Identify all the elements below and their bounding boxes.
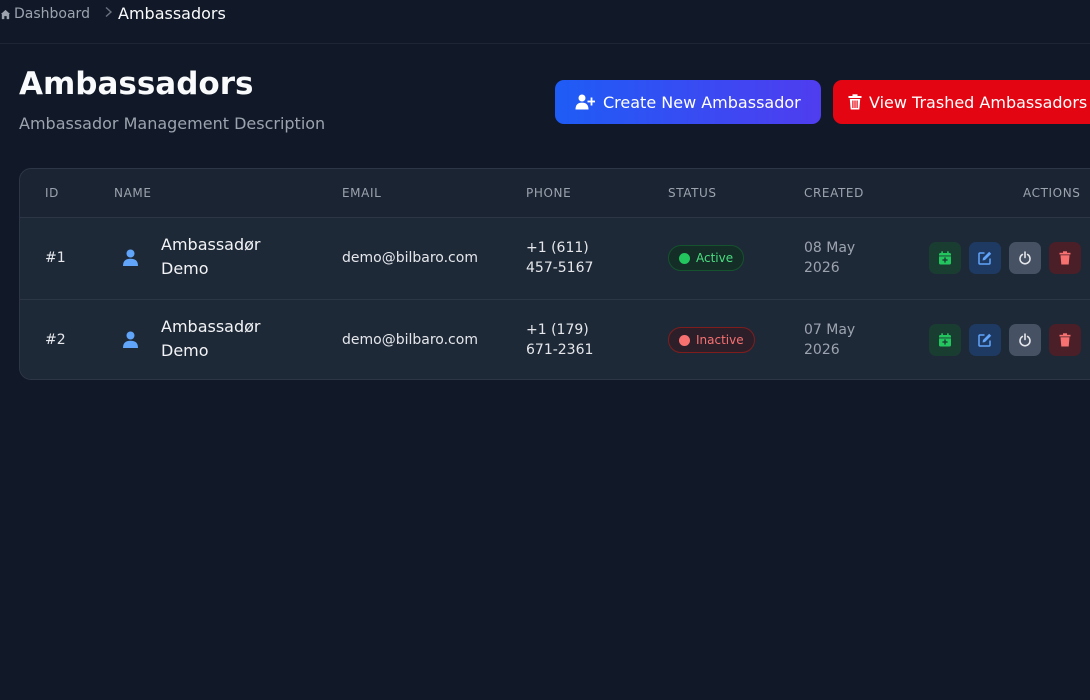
view-trashed-button[interactable]: View Trashed Ambassadors bbox=[833, 80, 1090, 124]
table-row: #1 Ambassadør Demo demo@bilbaro.com +1 (… bbox=[20, 218, 1090, 299]
create-ambassador-button[interactable]: Create New Ambassador bbox=[555, 80, 821, 124]
breadcrumb-dashboard-label: Dashboard bbox=[14, 6, 90, 22]
row-phone: +1 (611) 457-5167 bbox=[526, 240, 594, 276]
ambassadors-table: ID NAME EMAIL PHONE STATUS CREATED ACTIO… bbox=[19, 168, 1090, 380]
status-badge: Inactive bbox=[668, 327, 755, 353]
user-icon bbox=[123, 249, 138, 266]
calendar-plus-icon bbox=[939, 333, 951, 347]
calendar-plus-icon bbox=[939, 251, 951, 265]
create-ambassador-label: Create New Ambassador bbox=[603, 92, 801, 112]
view-trashed-label: View Trashed Ambassadors bbox=[869, 92, 1088, 112]
toggle-status-button[interactable] bbox=[1009, 324, 1041, 356]
trash-icon bbox=[1059, 333, 1071, 347]
column-header-actions: ACTIONS bbox=[1023, 186, 1081, 200]
row-email: demo@bilbaro.com bbox=[342, 250, 478, 266]
row-name: Ambassadør Demo bbox=[161, 317, 261, 360]
row-id: #1 bbox=[45, 250, 66, 266]
column-header-email: EMAIL bbox=[342, 186, 382, 200]
row-name: Ambassadør Demo bbox=[161, 235, 261, 278]
page-description: Ambassador Management Description bbox=[19, 114, 326, 133]
edit-icon bbox=[978, 333, 992, 347]
chevron-right-icon bbox=[104, 6, 113, 22]
edit-button[interactable] bbox=[969, 324, 1001, 356]
power-icon bbox=[1019, 251, 1031, 265]
page-title: Ambassadors bbox=[19, 66, 254, 102]
row-created: 07 May 2026 bbox=[804, 322, 856, 358]
row-email: demo@bilbaro.com bbox=[342, 332, 478, 348]
status-dot bbox=[679, 252, 690, 264]
add-event-button[interactable] bbox=[929, 324, 961, 356]
row-phone: +1 (179) 671-2361 bbox=[526, 322, 594, 358]
user-plus-icon bbox=[575, 94, 595, 110]
delete-button[interactable] bbox=[1049, 324, 1081, 356]
column-header-name: NAME bbox=[114, 186, 152, 200]
trash-icon bbox=[1059, 251, 1071, 265]
home-icon bbox=[0, 9, 11, 19]
toggle-status-button[interactable] bbox=[1009, 242, 1041, 274]
status-dot bbox=[679, 334, 690, 346]
power-icon bbox=[1019, 333, 1031, 347]
table-row: #2 Ambassadør Demo demo@bilbaro.com +1 (… bbox=[20, 299, 1090, 379]
column-header-status: STATUS bbox=[668, 186, 717, 200]
trash-icon bbox=[848, 94, 862, 110]
status-badge: Active bbox=[668, 245, 745, 271]
breadcrumb: Dashboard Ambassadors bbox=[0, 0, 1090, 44]
row-id: #2 bbox=[45, 332, 66, 348]
column-header-phone: PHONE bbox=[526, 186, 572, 200]
column-header-created: CREATED bbox=[804, 186, 864, 200]
breadcrumb-dashboard-link[interactable]: Dashboard bbox=[0, 6, 90, 22]
row-created: 08 May 2026 bbox=[804, 240, 856, 276]
user-icon bbox=[123, 331, 138, 348]
add-event-button[interactable] bbox=[929, 242, 961, 274]
edit-button[interactable] bbox=[969, 242, 1001, 274]
table-header: ID NAME EMAIL PHONE STATUS CREATED ACTIO… bbox=[20, 169, 1090, 218]
edit-icon bbox=[978, 251, 992, 265]
column-header-id: ID bbox=[45, 186, 59, 200]
breadcrumb-current: Ambassadors bbox=[118, 4, 226, 23]
delete-button[interactable] bbox=[1049, 242, 1081, 274]
